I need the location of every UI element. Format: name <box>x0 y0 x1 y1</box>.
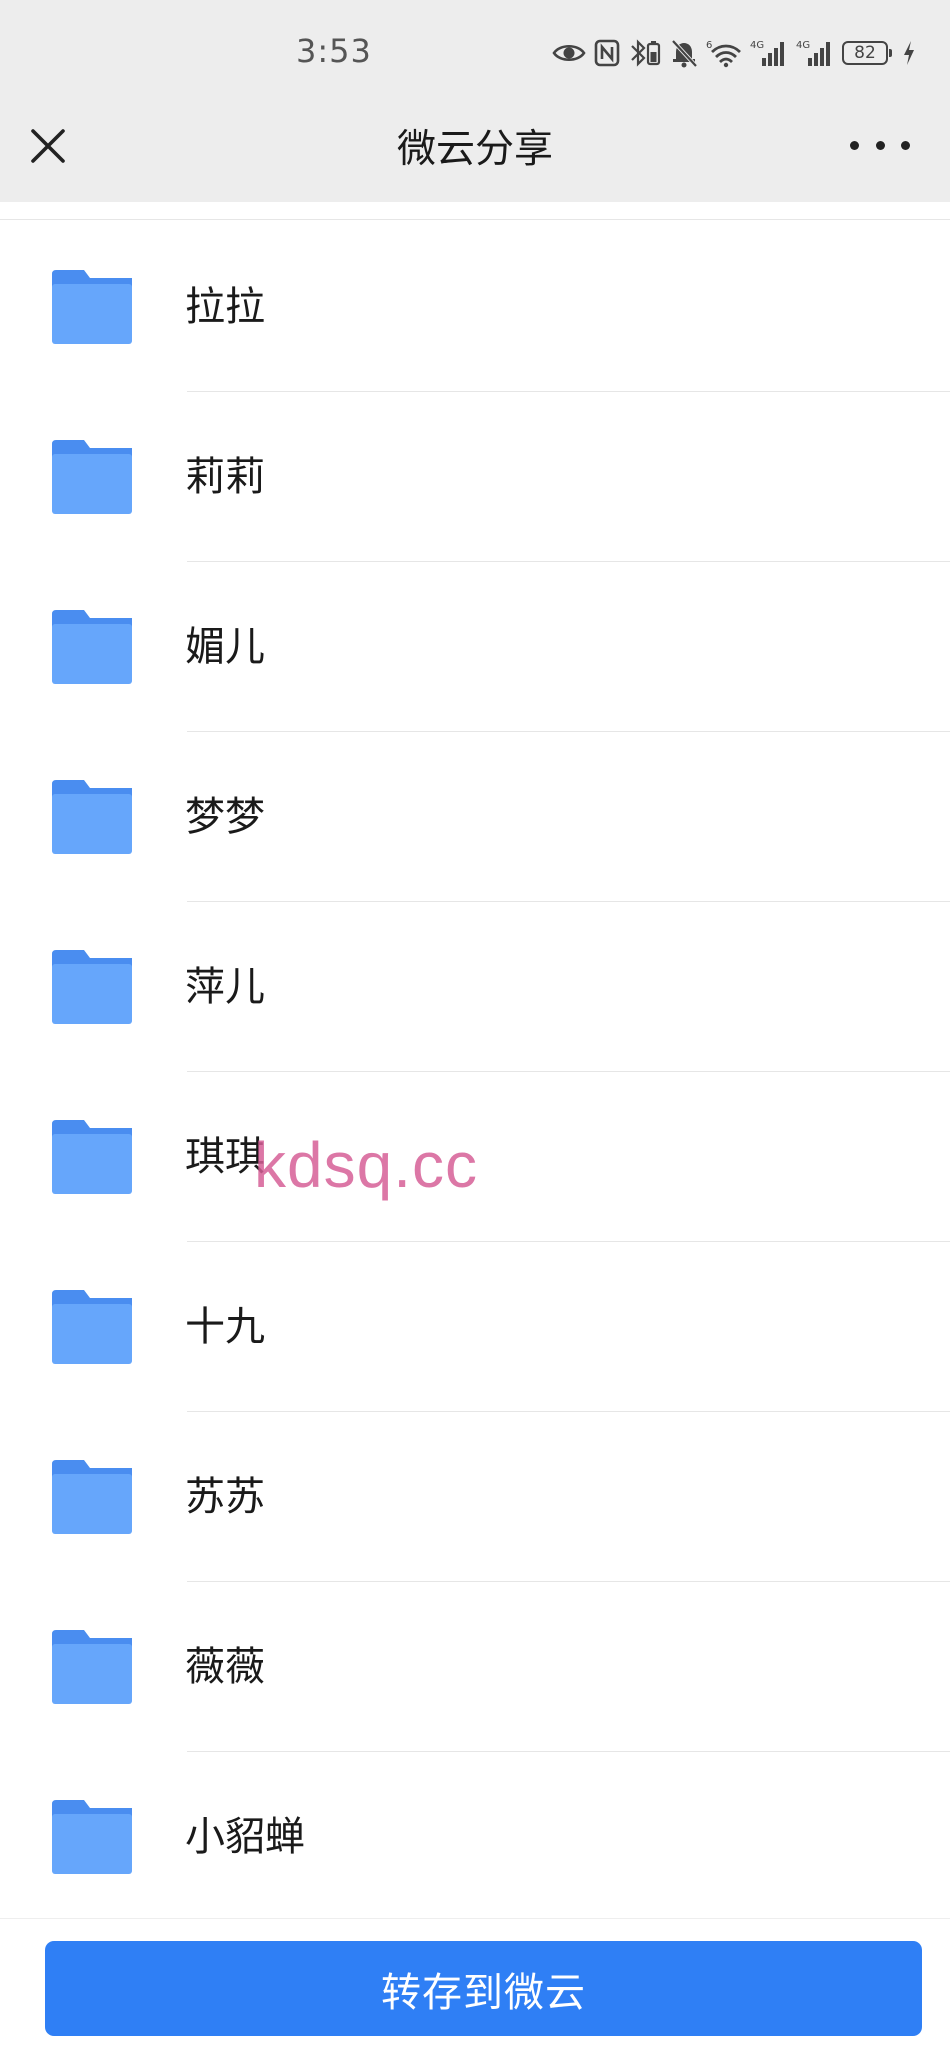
folder-row[interactable]: 苏苏 <box>0 1412 950 1582</box>
signal-label-2: 4G <box>796 40 810 51</box>
folder-icon <box>52 1290 132 1364</box>
nfc-icon <box>594 39 620 67</box>
folder-icon <box>52 950 132 1024</box>
wifi-6-icon: 6 <box>706 38 742 68</box>
folder-icon <box>52 1800 132 1874</box>
folder-row[interactable]: 梦梦 <box>0 732 950 902</box>
folder-name: 莉莉 <box>185 454 265 500</box>
folder-name: 十九 <box>185 1304 265 1350</box>
folder-icon <box>52 270 132 344</box>
wifi-label: 6 <box>706 40 712 51</box>
folder-name: 小貂蝉 <box>185 1814 305 1860</box>
list-top-divider <box>0 202 950 220</box>
folder-list: 拉拉莉莉媚儿梦梦萍儿琪琪十九苏苏薇薇小貂蝉 <box>0 222 950 1922</box>
page: 3:53 6 4G 4G 82 微云分享 拉拉 莉莉 媚儿 梦梦 萍儿 琪琪 十… <box>0 0 950 2057</box>
eye-icon <box>552 41 586 65</box>
watermark: kdsq.cc <box>254 1129 478 1201</box>
folder-row[interactable]: 拉拉 <box>0 222 950 392</box>
folder-name: 拉拉 <box>185 284 265 330</box>
charging-bolt-icon <box>902 40 916 66</box>
folder-icon <box>52 440 132 514</box>
folder-icon <box>52 610 132 684</box>
folder-row[interactable]: 莉莉 <box>0 392 950 562</box>
folder-name: 苏苏 <box>185 1474 265 1520</box>
folder-icon <box>52 1460 132 1534</box>
battery-icon: 82 <box>842 41 892 65</box>
folder-name: 薇薇 <box>185 1644 265 1690</box>
folder-row[interactable]: 十九 <box>0 1242 950 1412</box>
folder-name: 琪琪 <box>185 1134 265 1180</box>
signal-4g-icon: 4G <box>750 38 788 68</box>
folder-row[interactable]: 薇薇 <box>0 1582 950 1752</box>
save-to-weiyun-button[interactable]: 转存到微云 <box>45 1941 922 2036</box>
mute-bell-icon <box>670 38 698 68</box>
folder-name: 梦梦 <box>185 794 265 840</box>
status-bar: 3:53 6 4G 4G 82 <box>0 0 950 100</box>
nav-bar: 微云分享 <box>0 100 950 202</box>
folder-row[interactable]: 萍儿 <box>0 902 950 1072</box>
folder-icon <box>52 1630 132 1704</box>
bottom-bar: 转存到微云 <box>0 1918 950 2057</box>
page-title: 微云分享 <box>396 127 553 172</box>
status-time: 3:53 <box>296 32 372 70</box>
folder-name: 媚儿 <box>185 624 265 670</box>
folder-row[interactable]: 媚儿 <box>0 562 950 732</box>
more-icon <box>875 140 885 150</box>
signal-label-1: 4G <box>750 40 764 51</box>
folder-icon <box>52 1120 132 1194</box>
more-button[interactable] <box>850 130 910 160</box>
signal-4g-icon: 4G <box>796 38 834 68</box>
folder-row[interactable]: 小貂蝉 <box>0 1752 950 1922</box>
bluetooth-battery-icon <box>628 38 662 68</box>
folder-icon <box>52 780 132 854</box>
status-icons: 6 4G 4G 82 <box>552 36 916 70</box>
folder-name: 萍儿 <box>185 964 265 1010</box>
more-icon <box>901 140 910 150</box>
more-icon <box>850 140 859 150</box>
